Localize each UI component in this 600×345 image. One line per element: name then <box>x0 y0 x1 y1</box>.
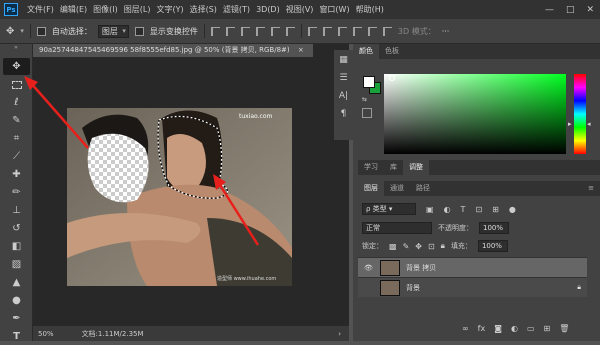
hue-slider-handle-left[interactable]: ▸ <box>568 120 572 128</box>
tab-library[interactable]: 库 <box>384 160 403 175</box>
properties-icon[interactable]: ▦ <box>336 53 351 68</box>
character-icon[interactable]: A| <box>336 89 351 104</box>
layer-thumbnail <box>380 279 400 296</box>
layer-filter-row: ρ 类型 ▾ ▣ ◐ T ⊡ ⊞ ● <box>362 203 597 215</box>
hue-slider[interactable] <box>574 74 586 154</box>
arrowhead-icon <box>213 174 226 190</box>
fill-field[interactable]: 100% <box>477 240 508 252</box>
color-picker-marker-icon[interactable] <box>389 75 395 81</box>
filter-toggle-icon[interactable]: ● <box>509 205 516 214</box>
filter-shape-icon[interactable]: ⊡ <box>475 205 482 214</box>
blend-mode-dropdown[interactable]: 正常 <box>362 222 432 234</box>
swap-colors-icon[interactable]: ⇆ <box>362 96 367 103</box>
filter-type-icon[interactable]: T <box>461 205 466 214</box>
warning-cube-icon[interactable] <box>362 108 372 118</box>
filter-pixel-icon[interactable]: ▣ <box>426 205 434 214</box>
history-icon[interactable]: ☰ <box>336 71 351 86</box>
tab-adjustments[interactable]: 调整 <box>403 160 429 175</box>
lock-all-icon[interactable]: 🔒︎ <box>441 241 445 251</box>
panel-menu-icon[interactable]: ≡ <box>582 181 600 196</box>
status-menu-arrow-icon[interactable]: › <box>338 330 349 338</box>
status-bar: 50% 文档:1.11M/2.35M › <box>33 326 349 341</box>
lock-label: 锁定： <box>362 242 383 250</box>
document-info[interactable]: 文档:1.11M/2.35M <box>82 329 144 339</box>
color-panel-tabs: 颜色 色板 <box>353 44 600 59</box>
tab-paths[interactable]: 路径 <box>410 181 436 196</box>
filter-kind-dropdown[interactable]: ρ 类型 ▾ <box>362 203 416 215</box>
layer-row[interactable]: 👁︎ 背景 拷贝 <box>358 257 587 277</box>
layer-row[interactable]: 背景 🔒︎ <box>358 277 587 297</box>
lock-pixels-icon[interactable]: ▩ <box>389 242 397 251</box>
arrow-to-move-tool <box>29 81 89 149</box>
hue-slider-handle-right[interactable]: ◂ <box>587 120 591 128</box>
layer-style-icon[interactable]: fx <box>478 324 486 333</box>
layers-panel-tabs: 图层 通道 路径 ≡ <box>358 181 600 196</box>
adjust-panel-tabs: 学习 库 调整 <box>358 160 600 175</box>
tab-color[interactable]: 颜色 <box>353 44 379 59</box>
layer-thumbnail <box>380 259 400 276</box>
filter-adjust-icon[interactable]: ◐ <box>444 205 451 214</box>
layer-name[interactable]: 背景 <box>406 283 420 293</box>
blend-row: 正常 不透明度： 100% <box>362 222 597 234</box>
tab-learn[interactable]: 学习 <box>358 160 384 175</box>
opacity-label: 不透明度： <box>438 224 473 232</box>
new-layer-icon[interactable]: ⊞ <box>544 324 551 333</box>
add-mask-icon[interactable]: ◙ <box>494 324 502 333</box>
layers-bottom-bar: ∞ fx ◙ ◐ ▭ ⊞ 🗑︎ <box>462 324 569 333</box>
layer-lock-icon: 🔒︎ <box>577 283 581 291</box>
lock-artboard-icon[interactable]: ⊡ <box>428 242 435 251</box>
color-field[interactable] <box>384 74 566 154</box>
link-layers-icon[interactable]: ∞ <box>462 324 469 333</box>
collapsed-panels-strip: ▦ ☰ A| ¶ <box>334 50 353 140</box>
filter-smart-icon[interactable]: ⊞ <box>492 205 499 214</box>
opacity-field[interactable]: 100% <box>479 222 509 234</box>
lock-paint-icon[interactable]: ✎ <box>403 242 410 251</box>
layers-list: 👁︎ 背景 拷贝 背景 🔒︎ <box>358 257 587 297</box>
fill-label: 填充： <box>450 242 472 250</box>
layer-name[interactable]: 背景 拷贝 <box>406 263 436 273</box>
tab-channels[interactable]: 通道 <box>384 181 410 196</box>
paragraph-icon[interactable]: ¶ <box>336 107 351 122</box>
foreground-color-swatch[interactable] <box>363 76 375 88</box>
lock-position-icon[interactable]: ✥ <box>415 242 422 251</box>
lock-row: 锁定： ▩ ✎ ✥ ⊡ 🔒︎ 填充： 100% <box>362 240 597 252</box>
tab-swatches[interactable]: 色板 <box>379 44 405 59</box>
new-adjustment-icon[interactable]: ◐ <box>511 324 518 333</box>
arrow-to-selection <box>216 181 260 246</box>
zoom-level[interactable]: 50% <box>38 330 54 338</box>
tab-layers[interactable]: 图层 <box>358 181 384 196</box>
delete-layer-icon[interactable]: 🗑︎ <box>559 324 569 333</box>
new-group-icon[interactable]: ▭ <box>527 324 535 333</box>
visibility-eye-icon[interactable]: 👁︎ <box>364 264 374 272</box>
